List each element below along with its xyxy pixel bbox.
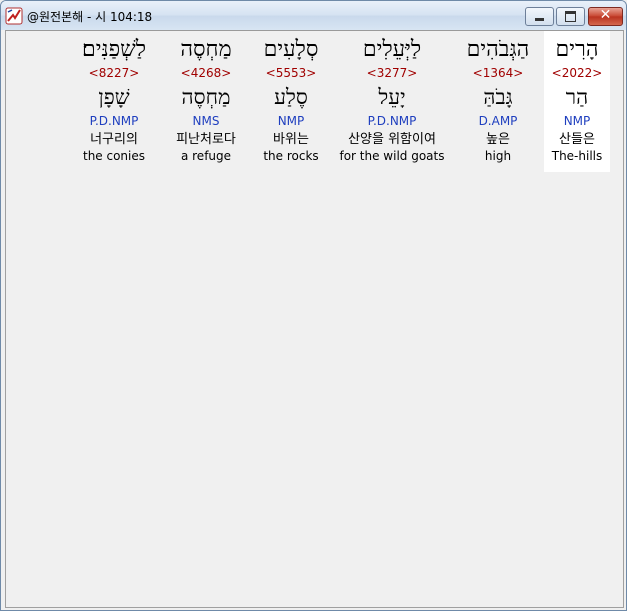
app-logo-icon	[5, 7, 23, 25]
english-gloss: the conies	[82, 149, 146, 163]
strong-number[interactable]: <4268>	[166, 65, 246, 83]
hebrew-lemma: גָּבֹהַּ	[483, 85, 513, 109]
morphology-code: NMP	[277, 114, 305, 128]
word-column[interactable]: מַחְסֶה <4268> מַחְסֶה NMS 피난처로다 a refug…	[166, 31, 246, 164]
strong-number[interactable]: <1364>	[454, 65, 542, 83]
app-window: @원전본해 - 시 104:18 ✕ הָרִים <2022> הַר NMP…	[0, 0, 627, 611]
hebrew-lemma: סֶלַע	[274, 85, 308, 109]
strong-number[interactable]: <3277>	[336, 65, 448, 83]
hebrew-word: סְלָעִים	[263, 37, 319, 62]
strong-number[interactable]: <2022>	[544, 65, 610, 83]
close-button[interactable]: ✕	[588, 7, 623, 26]
morphology-code: NMP	[563, 114, 591, 128]
korean-gloss: 피난처로다	[176, 132, 236, 147]
hebrew-lemma: הַר	[565, 85, 589, 109]
window-title: @원전본해 - 시 104:18	[27, 10, 153, 24]
korean-gloss: 산들은	[559, 132, 595, 147]
minimize-button[interactable]	[525, 7, 554, 26]
strong-number[interactable]: <8227>	[72, 65, 156, 83]
word-column[interactable]: סְלָעִים <5553> סֶלַע NMP 바위는 the rocks	[256, 31, 326, 164]
hebrew-word: הָרִים	[555, 37, 599, 62]
hebrew-lemma: יָעֵל	[378, 85, 406, 109]
hebrew-word: מַחְסֶה	[180, 37, 232, 62]
minimize-icon	[535, 18, 544, 21]
word-column[interactable]: לַיְּעֵלִים <3277> יָעֵל P.D.NMP 산양을 위함이…	[336, 31, 448, 164]
korean-gloss: 바위는	[273, 132, 309, 147]
korean-gloss: 산양을 위함이여	[348, 132, 436, 147]
word-column[interactable]: לַשְׁפַנִּים׃ <8227> שָׁפָן P.D.NMP 너구리의…	[72, 31, 156, 164]
morphology-code: D.AMP	[478, 114, 518, 128]
english-gloss: The-hills	[551, 149, 603, 163]
english-gloss: high	[484, 149, 512, 163]
word-column[interactable]: הַגְּבֹהִים <1364> גָּבֹהַּ D.AMP 높은 hig…	[454, 31, 542, 164]
hebrew-word: לַיְּעֵלִים	[362, 37, 422, 62]
close-icon: ✕	[599, 7, 612, 23]
maximize-icon	[565, 11, 576, 22]
maximize-button[interactable]	[556, 7, 585, 26]
english-gloss: a refuge	[180, 149, 232, 163]
morphology-code: P.D.NMP	[89, 114, 139, 128]
hebrew-lemma: מַחְסֶה	[181, 85, 231, 109]
korean-gloss: 높은	[486, 132, 510, 147]
korean-gloss: 너구리의	[90, 132, 138, 147]
word-column[interactable]: הָרִים <2022> הַר NMP 산들은 The-hills	[544, 31, 610, 172]
hebrew-word: הַגְּבֹהִים	[466, 37, 530, 62]
morphology-code: NMS	[192, 114, 220, 128]
english-gloss: for the wild goats	[339, 149, 445, 163]
title-bar[interactable]: @원전본해 - 시 104:18 ✕	[1, 1, 626, 30]
strong-number[interactable]: <5553>	[256, 65, 326, 83]
hebrew-word: לַשְׁפַנִּים׃	[81, 37, 147, 62]
english-gloss: the rocks	[263, 149, 319, 163]
morphology-code: P.D.NMP	[367, 114, 417, 128]
interlinear-panel[interactable]: הָרִים <2022> הַר NMP 산들은 The-hills הַגְ…	[5, 30, 624, 608]
hebrew-lemma: שָׁפָן	[98, 85, 130, 109]
